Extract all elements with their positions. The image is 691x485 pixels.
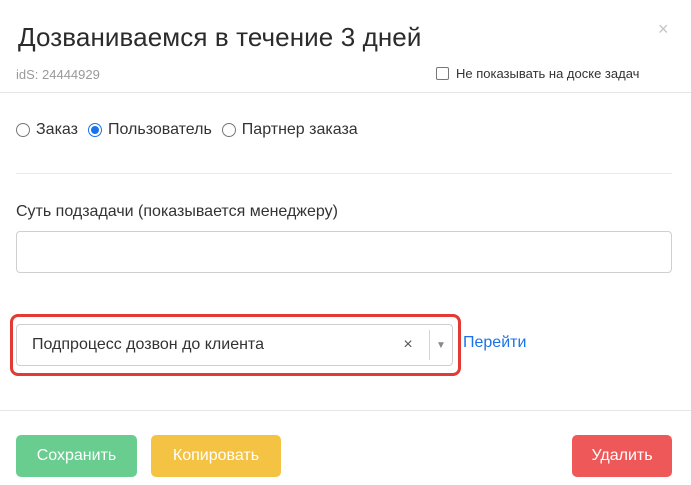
subtask-input[interactable] [16, 231, 672, 273]
section-divider [16, 173, 672, 174]
chevron-down-icon[interactable]: ▼ [430, 340, 452, 351]
hide-from-board-checkbox[interactable] [436, 67, 449, 80]
task-id: idS: 24444929 [16, 67, 100, 82]
clear-icon[interactable]: × [397, 336, 419, 354]
radio-user[interactable]: Пользователь [87, 121, 212, 139]
subprocess-selected-value: Подпроцесс дозвон до клиента [32, 336, 264, 353]
radio-order-partner-button[interactable] [221, 123, 236, 137]
close-icon[interactable]: × [658, 20, 669, 38]
go-to-link[interactable]: Перейти [463, 334, 526, 352]
delete-button[interactable]: Удалить [572, 435, 672, 477]
header-divider [0, 92, 691, 93]
hide-from-board-option[interactable]: Не показывать на доске задач [436, 66, 639, 81]
radio-order-label: Заказ [36, 121, 78, 138]
radio-order-partner[interactable]: Партнер заказа [221, 121, 358, 139]
task-modal: Дозваниваемся в течение 3 дней × idS: 24… [0, 0, 691, 485]
radio-user-button[interactable] [87, 123, 102, 137]
save-button[interactable]: Сохранить [16, 435, 137, 477]
hide-from-board-label: Не показывать на доске задач [456, 66, 640, 81]
radio-order-button[interactable] [16, 123, 30, 137]
modal-title: Дозваниваемся в течение 3 дней [18, 22, 422, 52]
subprocess-select[interactable]: Подпроцесс дозвон до клиента × ▼ [16, 324, 453, 366]
footer-divider [0, 410, 691, 411]
radio-order-partner-label: Партнер заказа [241, 121, 358, 138]
target-radio-group: Заказ Пользователь Партнер заказа [16, 121, 368, 139]
subtask-label: Суть подзадачи (показывается менеджеру) [16, 203, 338, 220]
radio-user-label: Пользователь [107, 121, 212, 138]
radio-order[interactable]: Заказ [16, 121, 78, 139]
copy-button[interactable]: Копировать [151, 435, 281, 477]
